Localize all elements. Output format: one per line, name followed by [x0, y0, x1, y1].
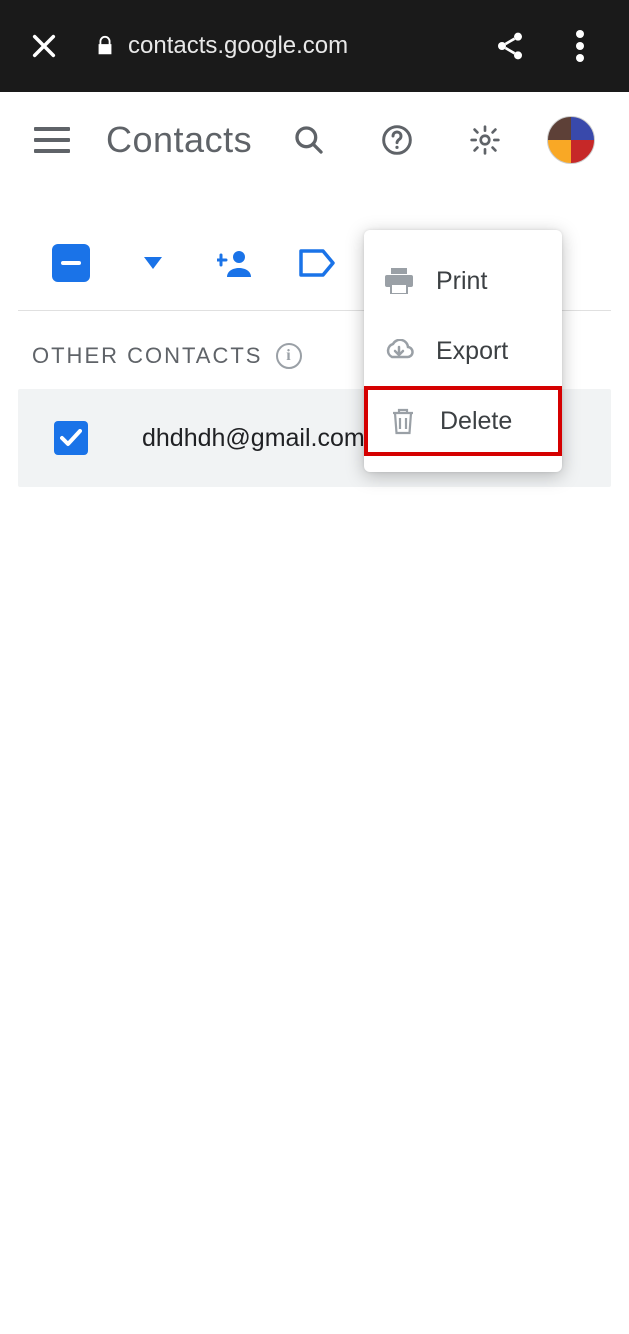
selection-indeterminate-icon[interactable]	[52, 244, 90, 282]
menu-label: Print	[436, 267, 487, 296]
app-header: Contacts	[0, 92, 629, 188]
checkbox-checked-icon[interactable]	[54, 421, 88, 455]
help-icon[interactable]	[373, 116, 421, 164]
menu-item-print[interactable]: Print	[364, 246, 562, 316]
search-icon[interactable]	[285, 116, 333, 164]
add-person-icon[interactable]	[216, 244, 254, 282]
more-actions-menu: Print Export Delete	[364, 230, 562, 472]
menu-item-delete[interactable]: Delete	[364, 386, 562, 456]
avatar[interactable]	[547, 116, 595, 164]
label-icon[interactable]	[298, 244, 336, 282]
menu-icon[interactable]	[34, 120, 74, 160]
info-icon[interactable]: i	[276, 343, 302, 369]
share-icon[interactable]	[485, 21, 535, 71]
print-icon	[384, 266, 414, 296]
contact-email: dhdhdh@gmail.com	[142, 424, 365, 453]
delete-icon	[388, 406, 418, 436]
section-label: OTHER CONTACTS	[32, 343, 262, 369]
close-icon[interactable]	[24, 26, 64, 66]
url-text[interactable]: contacts.google.com	[128, 32, 348, 60]
settings-icon[interactable]	[461, 116, 509, 164]
export-icon	[384, 336, 414, 366]
selection-dropdown-icon[interactable]	[134, 244, 172, 282]
action-region: OTHER CONTACTS i dhdhdh@gmail.com Print …	[0, 188, 629, 487]
browser-bar: contacts.google.com	[0, 0, 629, 92]
menu-label: Delete	[440, 407, 512, 436]
lock-icon	[94, 34, 116, 58]
page-title: Contacts	[106, 119, 252, 161]
menu-label: Export	[436, 337, 508, 366]
browser-more-icon[interactable]	[555, 21, 605, 71]
menu-item-export[interactable]: Export	[364, 316, 562, 386]
